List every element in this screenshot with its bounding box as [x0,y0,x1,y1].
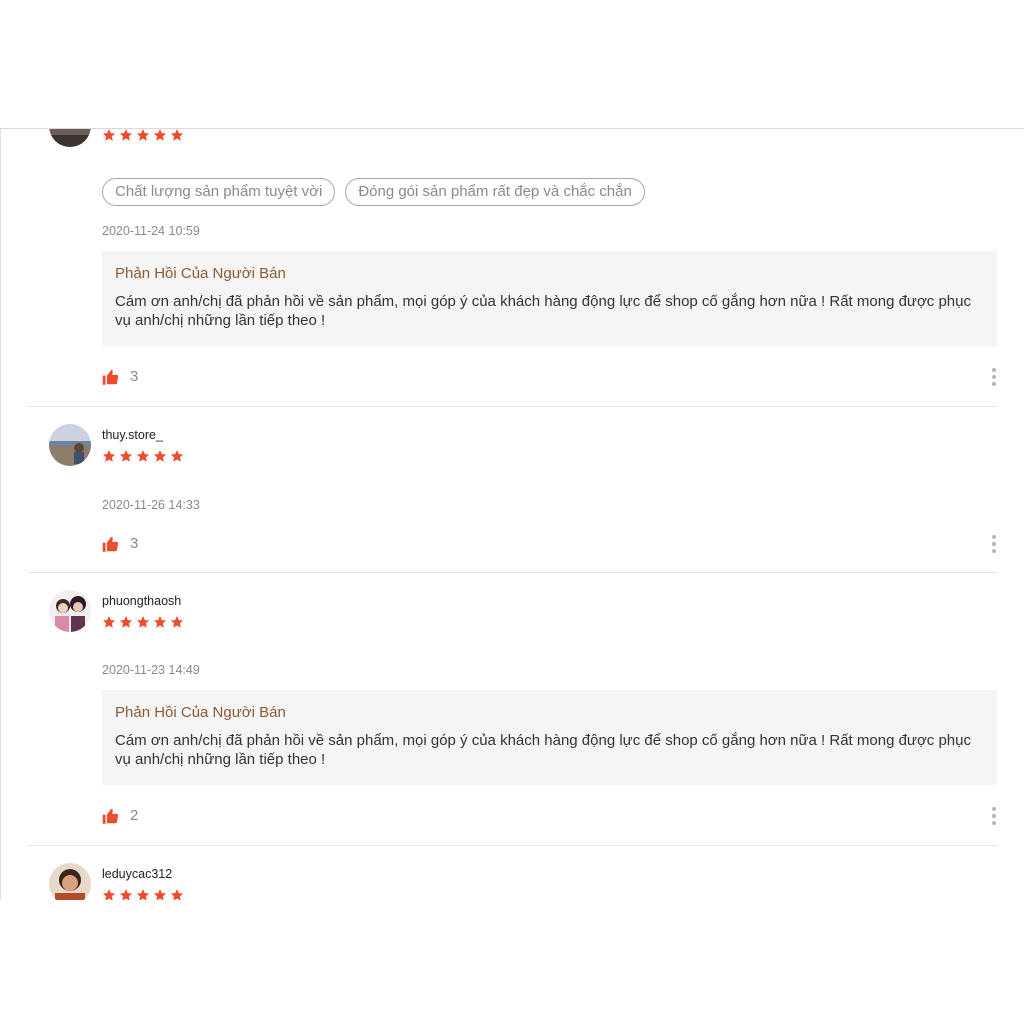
review-tag: Đóng gói sản phẩm rất đẹp và chắc chắn [345,178,645,206]
review-item: Chất lượng sản phẩm tuyệt vời Đóng gói s… [28,129,997,407]
more-options-icon[interactable] [991,807,997,825]
review-list: Chất lượng sản phẩm tuyệt vời Đóng gói s… [0,128,1024,900]
more-options-icon[interactable] [991,535,997,553]
star-icon [170,616,184,628]
like-count: 2 [130,807,139,824]
star-icon [170,129,184,141]
star-icon [153,616,167,628]
rating-stars [102,888,184,900]
avatar[interactable] [49,129,91,147]
avatar[interactable] [49,590,91,632]
seller-reply: Phản Hồi Của Người Bán Cám ơn anh/chị đã… [102,690,997,785]
review-item: leduycac312 [28,846,997,900]
thumbs-up-icon [102,369,119,385]
star-icon [102,889,116,900]
star-icon [136,129,150,141]
rating-stars [102,449,184,463]
thumbs-up-icon [102,536,119,552]
star-icon [153,129,167,141]
star-icon [119,450,133,462]
rating-stars [102,129,184,142]
seller-reply-text: Cám ơn anh/chị đã phản hồi về sản phẩm, … [115,293,971,329]
star-icon [136,616,150,628]
reviewer-username: leduycac312 [102,867,173,881]
star-icon [119,616,133,628]
star-icon [136,889,150,900]
star-icon [170,450,184,462]
like-button[interactable]: 2 [102,807,138,824]
review-date: 2020-11-24 10:59 [102,224,200,238]
seller-reply: Phản Hồi Của Người Bán Cám ơn anh/chị đã… [102,251,997,346]
star-icon [170,889,184,900]
star-icon [102,450,116,462]
review-date: 2020-11-26 14:33 [102,498,200,512]
rating-stars [102,615,184,629]
review-tag: Chất lượng sản phẩm tuyệt vời [102,178,336,206]
left-border [0,129,1,900]
review-tags: Chất lượng sản phẩm tuyệt vời Đóng gói s… [102,178,645,206]
star-icon [153,450,167,462]
reviewer-username: phuongthaosh [102,594,182,608]
like-count: 3 [130,368,139,385]
seller-reply-title: Phản Hồi Của Người Bán [115,265,286,282]
star-icon [119,129,133,141]
thumbs-up-icon [102,808,119,824]
review-item: phuongthaosh 2020-11-23 14:49 Phản Hồi C… [28,573,997,846]
like-button[interactable]: 3 [102,368,138,385]
star-icon [102,129,116,141]
like-button[interactable]: 3 [102,535,138,552]
star-icon [102,616,116,628]
seller-reply-title: Phản Hồi Của Người Bán [115,704,286,721]
seller-reply-text: Cám ơn anh/chị đã phản hồi về sản phẩm, … [115,732,971,768]
avatar[interactable] [49,424,91,466]
avatar[interactable] [49,863,91,900]
reviewer-username: thuy.store_ [102,428,163,442]
more-options-icon[interactable] [991,368,997,386]
like-count: 3 [130,535,139,552]
star-icon [153,889,167,900]
review-date: 2020-11-23 14:49 [102,663,200,677]
star-icon [119,889,133,900]
review-item: thuy.store_ 2020-11-26 14:33 3 [28,407,997,572]
star-icon [136,450,150,462]
